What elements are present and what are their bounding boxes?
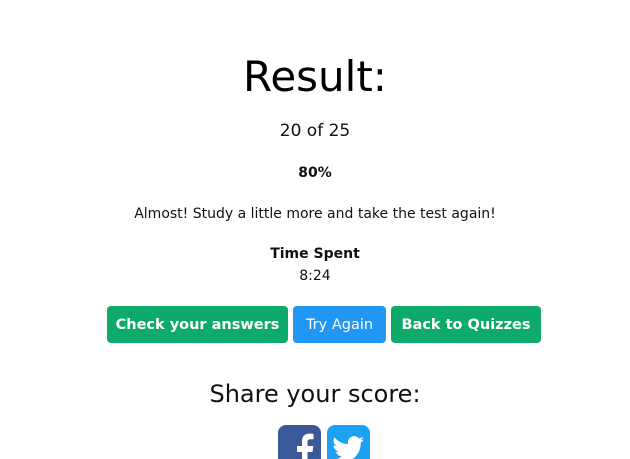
try-again-button[interactable]: Try Again: [293, 306, 386, 343]
check-answers-button[interactable]: Check your answers: [107, 306, 288, 343]
twitter-icon[interactable]: [327, 425, 370, 459]
score-text: 20 of 25: [279, 121, 351, 141]
back-to-quizzes-button[interactable]: Back to Quizzes: [391, 306, 541, 343]
time-spent-value: 8:24: [299, 268, 331, 284]
share-title: Share your score:: [209, 380, 421, 408]
share-icons: [278, 425, 370, 459]
result-actions: Check your answers Try Again Back to Qui…: [107, 306, 541, 343]
facebook-icon[interactable]: [278, 425, 321, 459]
time-spent-label: Time Spent: [270, 246, 360, 262]
score-percent: 80%: [298, 165, 332, 181]
result-title: Result:: [243, 52, 387, 101]
result-message: Almost! Study a little more and take the…: [134, 206, 496, 222]
quiz-result-panel: Result: 20 of 25 80% Almost! Study a lit…: [0, 0, 630, 459]
